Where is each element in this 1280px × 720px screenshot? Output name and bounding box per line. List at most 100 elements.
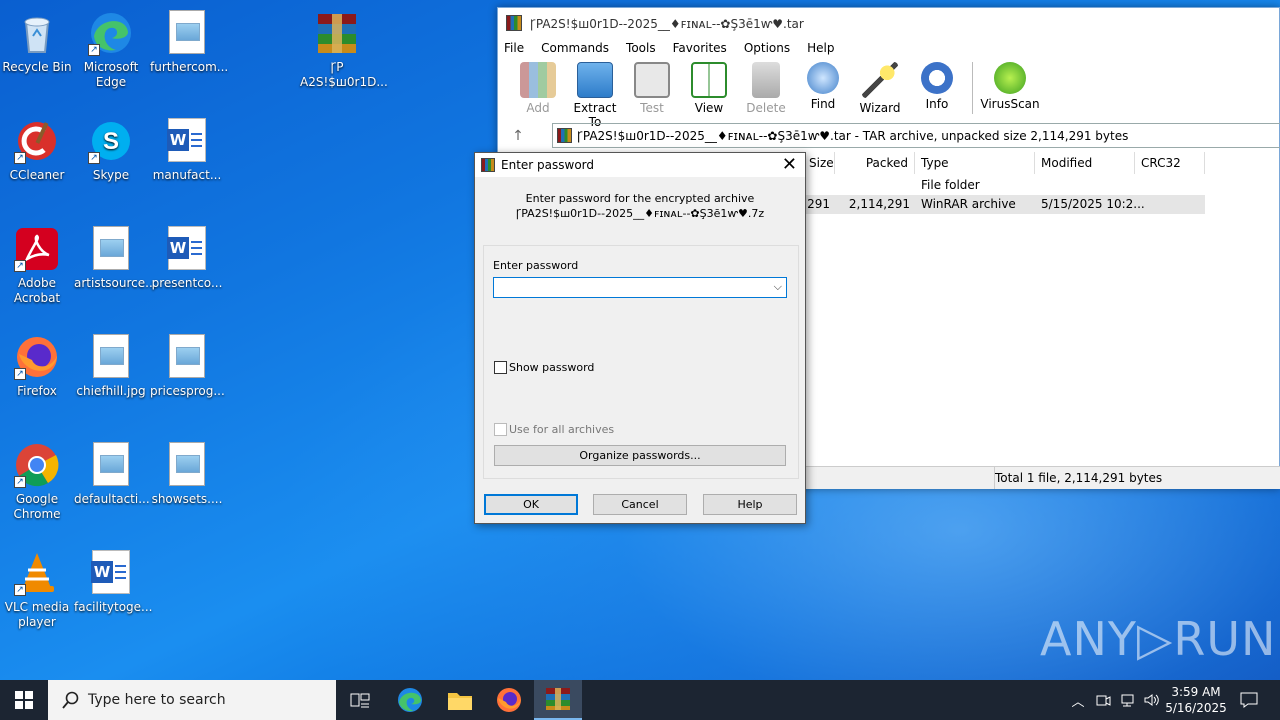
archive-icon (557, 128, 572, 143)
add-icon (520, 62, 556, 98)
desktop-icon-facilitytoge[interactable]: W facilitytoge... (74, 544, 152, 615)
desktop-icon-vlc[interactable]: ↗ VLC media player (0, 544, 74, 630)
desktop-icon-presentco[interactable]: W presentco... (150, 220, 224, 291)
desktop-icon-chiefhill[interactable]: chiefhill.jpg (74, 328, 148, 399)
password-dialog[interactable]: Enter password ✕ Enter password for the … (474, 152, 806, 524)
status-text: Total 1 file, 2,114,291 bytes (994, 467, 1162, 489)
close-icon[interactable]: ✕ (782, 155, 797, 175)
desktop-icon-microsoft-edge[interactable]: ↗ Microsoft Edge (74, 4, 148, 90)
image-file-icon (169, 10, 205, 54)
wizard-button[interactable]: Wizard (852, 62, 908, 115)
desktop-icon-adobe-acrobat[interactable]: ↗ Adobe Acrobat (0, 220, 74, 306)
find-button[interactable]: Find (795, 62, 851, 111)
desktop-icon-label: artistsource... (74, 276, 157, 290)
windows-logo-icon (15, 691, 33, 709)
menu-file[interactable]: File (504, 41, 524, 55)
add-button[interactable]: Add (510, 62, 566, 115)
use-for-all-archives-checkbox[interactable] (494, 423, 507, 436)
column-header-packed[interactable]: Packed (835, 152, 915, 174)
cell-type: WinRAR archive (921, 197, 1016, 211)
test-icon (634, 62, 670, 98)
edge-icon: ↗ (88, 10, 134, 56)
info-button[interactable]: Info (909, 62, 965, 111)
toolbar-separator (972, 62, 973, 114)
dialog-message: Enter password for the encrypted archive… (515, 192, 765, 220)
desktop-icon-google-chrome[interactable]: ↗ Google Chrome (0, 436, 74, 522)
column-header-modified[interactable]: Modified (1035, 152, 1135, 174)
network-icon[interactable] (1116, 680, 1138, 720)
show-password-checkbox[interactable] (494, 361, 507, 374)
word-document-icon: W (91, 550, 130, 594)
up-folder-icon[interactable]: ↑ (498, 128, 538, 144)
delete-button[interactable]: Delete (738, 62, 794, 115)
folder-icon (448, 693, 472, 710)
organize-passwords-button[interactable]: Organize passwords... (494, 445, 786, 466)
shortcut-arrow-icon: ↗ (14, 368, 26, 380)
shortcut-arrow-icon: ↗ (14, 260, 26, 272)
shortcut-arrow-icon: ↗ (14, 152, 26, 164)
test-button[interactable]: Test (624, 62, 680, 115)
address-field[interactable]: ꞄPA2S!$ш0r1D--2025__♦ꜰɪɴᴀʟ--✿Ş3ē1ⱳ♥.tar … (552, 123, 1280, 148)
dialog-titlebar[interactable]: Enter password ✕ (475, 153, 805, 177)
view-button[interactable]: View (681, 62, 737, 115)
desktop-icon-ccleaner[interactable]: ↗ CCleaner (0, 112, 74, 183)
desktop-icon-pricesprog[interactable]: pricesprog... (150, 328, 225, 399)
meet-now-icon[interactable] (1092, 680, 1114, 720)
show-password-label[interactable]: Show password (509, 361, 594, 374)
desktop-icon-artistsource[interactable]: artistsource... (74, 220, 157, 291)
volume-icon[interactable] (1140, 680, 1162, 720)
taskbar: Type here to search ︿ 3:59 AM 5/16/2025 (0, 680, 1280, 720)
desktop-icon-label: ꞄP A2S!$ш0r1D... (300, 60, 388, 89)
chevron-down-icon[interactable]: ⌵ (774, 280, 782, 294)
show-hidden-icons-button[interactable]: ︿ (1068, 680, 1088, 720)
desktop-icon-label: chiefhill.jpg (76, 384, 146, 398)
desktop-icon-rar-archive[interactable]: ꞄP A2S!$ш0r1D... (300, 4, 388, 90)
table-row[interactable]: File folder (921, 176, 980, 194)
desktop-icon-firefox[interactable]: ↗ Firefox (0, 328, 74, 399)
word-document-icon: W (167, 226, 206, 270)
taskbar-winrar-active[interactable] (534, 680, 582, 720)
menu-options[interactable]: Options (744, 41, 790, 55)
desktop-icon-label: Adobe Acrobat (13, 276, 61, 305)
desktop-icon-label: manufact... (152, 168, 222, 182)
desktop-icon-furthercom[interactable]: furthercom... (150, 4, 228, 75)
password-input[interactable]: ⌵ (493, 277, 787, 298)
desktop-icon-manufact[interactable]: W manufact... (150, 112, 224, 183)
taskbar-firefox[interactable] (489, 680, 529, 720)
clock[interactable]: 3:59 AM 5/16/2025 (1164, 680, 1228, 720)
task-view-button[interactable] (340, 680, 380, 720)
ok-button[interactable]: OK (484, 494, 578, 515)
virusscan-button[interactable]: VirusScan (979, 62, 1041, 111)
help-button[interactable]: Help (703, 494, 797, 515)
winrar-titlebar[interactable]: ꞄPA2S!$ш0r1D--2025__♦ꜰɪɴᴀʟ--✿Ş3ē1ⱳ♥.tar (498, 8, 1279, 38)
winrar-logo-icon (481, 158, 495, 172)
column-header-size[interactable]: Size (803, 152, 835, 174)
desktop-icon-recycle-bin[interactable]: Recycle Bin (0, 4, 74, 75)
taskbar-edge[interactable] (390, 680, 430, 720)
menu-tools[interactable]: Tools (626, 41, 656, 55)
desktop-icon-label: Skype (92, 168, 130, 182)
address-bar: ↑ ꞄPA2S!$ш0r1D--2025__♦ꜰɪɴᴀʟ--✿Ş3ē1ⱳ♥.ta… (498, 123, 1280, 149)
column-header-type[interactable]: Type (915, 152, 1035, 174)
taskbar-search-box[interactable]: Type here to search (48, 680, 336, 720)
taskbar-file-explorer[interactable] (440, 680, 480, 720)
vlc-cone-icon: ↗ (14, 550, 60, 596)
column-header-crc32[interactable]: CRC32 (1135, 152, 1205, 174)
toolbar: Add Extract To Test View Delete Find Wiz… (498, 58, 1279, 129)
desktop-icon-defaultacti[interactable]: defaultacti... (74, 436, 150, 507)
cell-packed: 2,114,291 (848, 197, 910, 211)
recycle-bin-icon (14, 10, 60, 56)
menu-favorites[interactable]: Favorites (673, 41, 727, 55)
menu-commands[interactable]: Commands (541, 41, 609, 55)
cancel-button[interactable]: Cancel (593, 494, 687, 515)
view-icon (691, 62, 727, 98)
desktop-icon-showsets[interactable]: showsets.... (150, 436, 224, 507)
start-button[interactable] (0, 680, 48, 720)
anyrun-watermark: ANY▷RUN (1040, 612, 1277, 666)
menu-help[interactable]: Help (807, 41, 834, 55)
extract-to-button[interactable]: Extract To (567, 62, 623, 129)
info-icon (921, 62, 953, 94)
chrome-icon: ↗ (14, 442, 60, 488)
notification-center-button[interactable] (1234, 680, 1264, 720)
desktop-icon-skype[interactable]: S ↗ Skype (74, 112, 148, 183)
